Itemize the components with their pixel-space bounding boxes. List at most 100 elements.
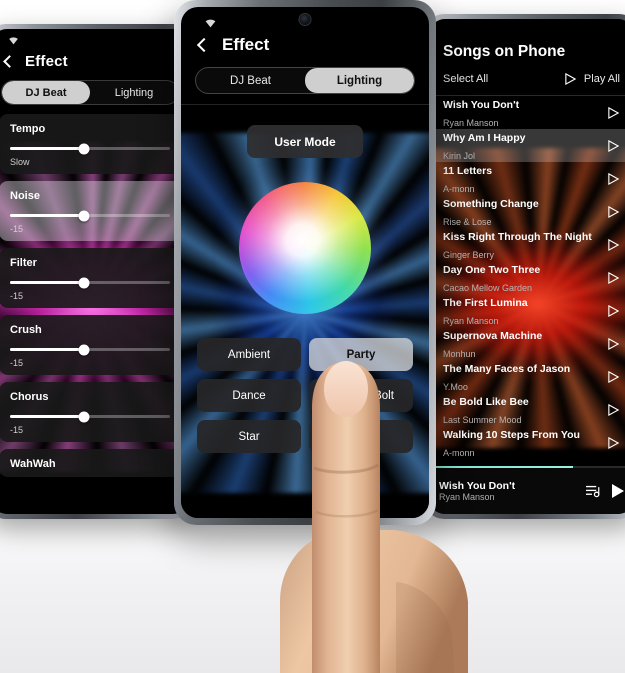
song-title: Something Change bbox=[443, 197, 539, 210]
slider-card-noise[interactable]: Noise -15 bbox=[0, 181, 181, 241]
play-outline-icon[interactable] bbox=[607, 304, 620, 318]
center-header: Effect bbox=[181, 35, 429, 67]
play-outline-icon[interactable] bbox=[607, 238, 620, 252]
slider-knob[interactable] bbox=[78, 210, 90, 221]
mode-button-ambient[interactable]: Ambient bbox=[197, 338, 301, 371]
table-row[interactable]: 11 Letters A-monn bbox=[429, 162, 625, 195]
table-row[interactable]: The First Lumina Ryan Manson bbox=[429, 294, 625, 327]
table-row[interactable]: Wish You Don't Ryan Manson bbox=[429, 96, 625, 129]
song-artist: Cacao Mellow Garden bbox=[443, 282, 533, 293]
front-camera bbox=[299, 14, 311, 25]
song-title: The Many Faces of Jason bbox=[443, 362, 571, 375]
slider-knob[interactable] bbox=[78, 344, 90, 355]
song-title: Wish You Don't bbox=[443, 98, 520, 111]
play-outline-icon[interactable] bbox=[607, 370, 620, 384]
song-artist: A-monn bbox=[443, 447, 475, 458]
play-outline-icon[interactable] bbox=[607, 337, 620, 351]
left-phone-screen: Effect DJ Beat Lighting Tempo Slow Noise… bbox=[0, 29, 189, 514]
play-icon[interactable] bbox=[612, 484, 624, 498]
slider-track[interactable] bbox=[10, 411, 170, 422]
mode-button-dance[interactable]: Dance bbox=[197, 379, 301, 412]
play-outline-icon[interactable] bbox=[607, 106, 620, 120]
center-content: User Mode Ambient Party Dance Thunder Bo… bbox=[181, 125, 429, 518]
tab-lighting[interactable]: Lighting bbox=[90, 81, 178, 104]
track-title: Wish You Don't bbox=[439, 480, 516, 492]
back-chevron-icon[interactable] bbox=[196, 37, 212, 53]
song-artist: Ryan Manson bbox=[443, 117, 499, 128]
song-artist: Rise & Lose bbox=[443, 216, 492, 227]
tab-lighting[interactable]: Lighting bbox=[305, 68, 414, 93]
slider-card-wahwah[interactable]: WahWah bbox=[0, 449, 181, 477]
slider-value: -15 bbox=[10, 358, 24, 368]
play-outline-icon[interactable] bbox=[607, 436, 620, 450]
right-phone: Songs on Phone Select All Play All Wish … bbox=[424, 14, 625, 519]
right-mini-player[interactable]: Wish You Don't Ryan Manson bbox=[429, 468, 625, 514]
slider-label: Noise bbox=[10, 190, 40, 202]
right-phone-screen: Songs on Phone Select All Play All Wish … bbox=[429, 19, 625, 514]
slider-label: Filter bbox=[10, 257, 37, 269]
page-title: Effect bbox=[222, 35, 270, 54]
song-title: The First Lumina bbox=[443, 296, 528, 309]
slider-value: Slow bbox=[10, 157, 30, 167]
track-artist: Ryan Manson bbox=[439, 492, 495, 502]
song-title: Walking 10 Steps From You bbox=[443, 428, 580, 441]
play-outline-icon bbox=[565, 72, 577, 86]
slider-card-filter[interactable]: Filter -15 bbox=[0, 248, 181, 308]
song-artist: Ginger Berry bbox=[443, 249, 495, 260]
play-outline-icon[interactable] bbox=[607, 403, 620, 417]
table-row[interactable]: Day One Two Three Cacao Mellow Garden bbox=[429, 261, 625, 294]
back-chevron-icon[interactable] bbox=[3, 55, 16, 68]
table-row[interactable]: Supernova Machine Monhun bbox=[429, 327, 625, 360]
song-artist: Y.Moo bbox=[443, 381, 468, 392]
select-all-button[interactable]: Select All bbox=[443, 73, 488, 85]
slider-label: Tempo bbox=[10, 123, 46, 135]
mode-button-star[interactable]: Star bbox=[197, 420, 301, 453]
left-phone: Effect DJ Beat Lighting Tempo Slow Noise… bbox=[0, 24, 194, 519]
header-divider bbox=[181, 104, 429, 105]
play-outline-icon[interactable] bbox=[607, 205, 620, 219]
table-row[interactable]: The Many Faces of Jason Y.Moo bbox=[429, 360, 625, 393]
mode-button-thunder-bolt[interactable]: Thunder Bolt bbox=[309, 379, 413, 412]
slider-track[interactable] bbox=[10, 277, 170, 288]
slider-knob[interactable] bbox=[78, 277, 90, 288]
slider-card-crush[interactable]: Crush -15 bbox=[0, 315, 181, 375]
tab-dj-beat[interactable]: DJ Beat bbox=[2, 81, 90, 104]
table-row[interactable]: Walking 10 Steps From You A-monn bbox=[429, 426, 625, 459]
left-status-bar bbox=[0, 29, 189, 51]
play-outline-icon[interactable] bbox=[607, 172, 620, 186]
slider-card-tempo[interactable]: Tempo Slow bbox=[0, 114, 181, 174]
table-row[interactable]: Be Bold Like Bee Last Summer Mood bbox=[429, 393, 625, 426]
table-row[interactable]: Why Am I Happy Kirin Jol bbox=[429, 129, 625, 162]
song-artist: Ryan Manson bbox=[443, 315, 499, 326]
color-wheel[interactable] bbox=[239, 182, 371, 314]
slider-track[interactable] bbox=[10, 143, 170, 154]
slider-label: WahWah bbox=[10, 458, 56, 470]
queue-music-icon[interactable] bbox=[586, 484, 603, 498]
slider-track[interactable] bbox=[10, 344, 170, 355]
page-title: Songs on Phone bbox=[443, 43, 566, 60]
slider-track[interactable] bbox=[10, 210, 170, 221]
slider-knob[interactable] bbox=[78, 143, 90, 154]
play-all-button[interactable]: Play All bbox=[564, 72, 620, 86]
slider-card-chorus[interactable]: Chorus -15 bbox=[0, 382, 181, 442]
slider-knob[interactable] bbox=[78, 411, 90, 422]
song-title: Day One Two Three bbox=[443, 263, 541, 276]
play-outline-icon[interactable] bbox=[607, 271, 620, 285]
left-content: Tempo Slow Noise -15 Filter -15 Crush -1… bbox=[0, 114, 189, 514]
table-row[interactable]: Something Change Rise & Lose bbox=[429, 195, 625, 228]
user-mode-button[interactable]: User Mode bbox=[247, 125, 363, 158]
wifi-icon bbox=[205, 19, 216, 28]
slider-value: -15 bbox=[10, 291, 24, 301]
play-outline-icon[interactable] bbox=[607, 139, 620, 153]
slider-value: -15 bbox=[10, 224, 24, 234]
list-action-bar: Select All Play All bbox=[429, 72, 625, 96]
play-all-label: Play All bbox=[583, 73, 620, 85]
left-effect-tabs: DJ Beat Lighting bbox=[1, 80, 179, 105]
slider-label: Chorus bbox=[10, 391, 49, 403]
mode-button-empty[interactable] bbox=[309, 420, 413, 453]
effect-slider-list: Tempo Slow Noise -15 Filter -15 Crush -1… bbox=[0, 114, 189, 477]
mode-button-party[interactable]: Party bbox=[309, 338, 413, 371]
screenshot-stage: Effect DJ Beat Lighting Tempo Slow Noise… bbox=[0, 0, 625, 673]
table-row[interactable]: Kiss Right Through The Night Ginger Berr… bbox=[429, 228, 625, 261]
tab-dj-beat[interactable]: DJ Beat bbox=[196, 68, 305, 93]
